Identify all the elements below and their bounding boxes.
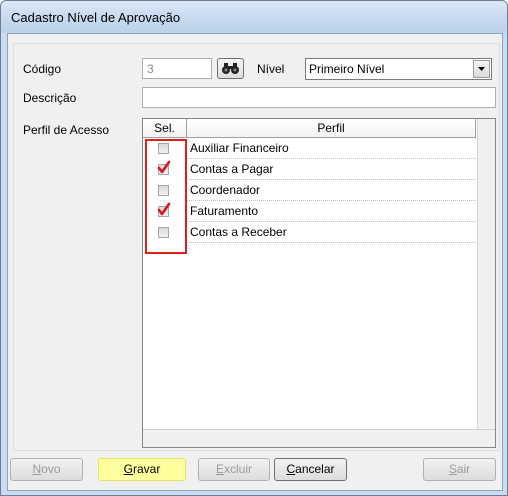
dialog-window: Cadastro Nível de Aprovação Código 3 Nív…: [0, 0, 508, 496]
table-row[interactable]: Faturamento: [143, 201, 476, 222]
table-row[interactable]: Auxiliar Financeiro: [143, 138, 476, 159]
search-button[interactable]: [217, 58, 244, 79]
codigo-label: Código: [23, 62, 62, 76]
perfil-cell: Coordenador: [187, 180, 476, 201]
excluir-button[interactable]: Excluir: [198, 458, 270, 481]
grid-header: Sel. Perfil: [143, 119, 476, 138]
binoculars-icon: [222, 63, 239, 74]
nivel-label: Nível: [257, 62, 285, 76]
perfil-grid: Sel. Perfil Auxiliar Financeiro Contas a …: [142, 118, 496, 448]
nivel-select[interactable]: Primeiro Nível: [305, 58, 492, 80]
table-row[interactable]: Coordenador: [143, 180, 476, 201]
descricao-input[interactable]: [142, 87, 496, 108]
title-bar[interactable]: Cadastro Nível de Aprovação: [1, 1, 507, 33]
excluir-button-mnemonic: E: [215, 462, 224, 476]
window-title: Cadastro Nível de Aprovação: [11, 10, 181, 25]
novo-button-label: ovo: [41, 462, 61, 476]
excluir-button-label: xcluir: [224, 462, 253, 476]
sel-column-header[interactable]: Sel.: [143, 119, 187, 137]
gravar-button[interactable]: Gravar: [98, 458, 186, 481]
perfil-cell: Contas a Receber: [187, 222, 476, 243]
codigo-input[interactable]: 3: [142, 58, 212, 79]
selection-highlight-box: [145, 139, 187, 254]
nivel-selected-value: Primeiro Nível: [309, 62, 385, 76]
cancelar-button[interactable]: Cancelar: [274, 458, 347, 481]
novo-button-mnemonic: N: [32, 462, 42, 476]
chevron-down-icon: [478, 67, 485, 71]
sair-button-label: air: [456, 462, 471, 476]
novo-button[interactable]: Novo: [10, 458, 83, 481]
cancelar-button-label: ancelar: [295, 462, 335, 476]
sair-button-mnemonic: S: [448, 462, 457, 476]
cancelar-button-mnemonic: C: [286, 462, 296, 476]
perfil-column-header[interactable]: Perfil: [187, 119, 476, 137]
horizontal-scrollbar[interactable]: [143, 429, 495, 447]
perfil-acesso-label: Perfil de Acesso: [23, 123, 110, 137]
table-row[interactable]: Contas a Receber: [143, 222, 476, 243]
perfil-cell: Auxiliar Financeiro: [187, 138, 476, 159]
vertical-scrollbar[interactable]: [477, 119, 495, 429]
dialog-body: Código 3 Nível Primeiro Nível Descrição: [7, 33, 503, 491]
sair-button[interactable]: Sair: [423, 458, 496, 481]
descricao-label: Descrição: [23, 91, 77, 105]
nivel-dropdown-button[interactable]: [473, 60, 490, 78]
gravar-button-mnemonic: G: [123, 462, 133, 476]
perfil-cell: Faturamento: [187, 201, 476, 222]
table-row[interactable]: Contas a Pagar: [143, 159, 476, 180]
perfil-cell: Contas a Pagar: [187, 159, 476, 180]
gravar-button-label: ravar: [133, 462, 161, 476]
